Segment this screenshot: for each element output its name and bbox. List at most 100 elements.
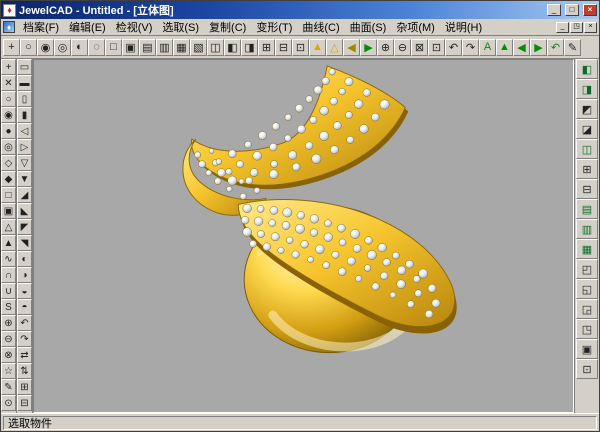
solid-triangle-tool[interactable]: ▲ — [1, 235, 16, 251]
menu-edit[interactable]: 编辑(E) — [64, 18, 111, 36]
zoom-window-tool[interactable]: ⊠ — [411, 39, 428, 56]
draw-tool[interactable]: ✎ — [1, 379, 16, 395]
delete-tool[interactable]: ✕ — [1, 75, 16, 91]
point-curve-tool[interactable]: ◉ — [1, 107, 16, 123]
pan-right-tool[interactable]: ▶ — [530, 39, 547, 56]
pan-left-tool[interactable]: ◀ — [513, 39, 530, 56]
child-close-button[interactable]: × — [584, 22, 597, 33]
circle-tool[interactable]: ○ — [20, 39, 37, 56]
filled-point-tool[interactable]: ● — [1, 123, 16, 139]
close-button[interactable]: × — [583, 4, 597, 16]
zoom-fit-tool[interactable]: ⊡ — [428, 39, 445, 56]
pencil-tool[interactable]: ✎ — [564, 39, 581, 56]
rotate-cw-tool[interactable]: ↷ — [462, 39, 479, 56]
concentric-curve-tool[interactable]: ◎ — [1, 139, 16, 155]
arc-up-tool[interactable]: ∩ — [1, 267, 16, 283]
zoom-out-tool[interactable]: ⊖ — [394, 39, 411, 56]
diag-box-tool[interactable]: ▧ — [190, 39, 207, 56]
bar-tool[interactable]: ▭ — [17, 59, 32, 75]
child-restore-button[interactable]: ◳ — [570, 22, 583, 33]
down-tri-tool[interactable]: ▽ — [17, 155, 32, 171]
select-cross-tool[interactable]: + — [3, 39, 20, 56]
hatch-box-tool[interactable]: ▤ — [139, 39, 156, 56]
minus-box-tool[interactable]: ⊟ — [275, 39, 292, 56]
viewport-tl-tool[interactable]: ◰ — [576, 259, 598, 279]
render-h-tool[interactable]: ▤ — [576, 199, 598, 219]
grid-plus-tool[interactable]: ⊞ — [17, 379, 32, 395]
corner-br-tool[interactable]: ◢ — [17, 187, 32, 203]
vhatch-box-tool[interactable]: ▥ — [156, 39, 173, 56]
display-corner-b-tool[interactable]: ◪ — [576, 119, 598, 139]
right-tri-tool[interactable]: ▷ — [17, 139, 32, 155]
vbar-tool[interactable]: ▯ — [17, 91, 32, 107]
remove-point-tool[interactable]: ⊖ — [1, 331, 16, 347]
solid-down-tri-tool[interactable]: ▼ — [17, 171, 32, 187]
triangle-curve-tool[interactable]: △ — [1, 219, 16, 235]
render-center-tool[interactable]: ⊡ — [576, 359, 598, 379]
menu-copy[interactable]: 复制(C) — [204, 18, 251, 36]
select-tool[interactable]: + — [1, 59, 16, 75]
orbit-tool[interactable]: ⊙ — [1, 395, 16, 411]
left-tri-tool[interactable]: ◁ — [17, 123, 32, 139]
child-window-icon[interactable]: ♦ — [3, 21, 15, 33]
minimize-button[interactable]: _ — [547, 4, 561, 16]
menu-curve[interactable]: 曲线(C) — [297, 18, 344, 36]
pan-up-tool[interactable]: ▲ — [496, 39, 513, 56]
render-solid-tool[interactable]: ▣ — [576, 339, 598, 359]
tri-right-tool[interactable]: ▶ — [360, 39, 377, 56]
render-v-tool[interactable]: ▥ — [576, 219, 598, 239]
display-right-tool[interactable]: ◨ — [576, 79, 598, 99]
rotate-right-tool[interactable]: ↷ — [17, 331, 32, 347]
split-box-tool[interactable]: ◫ — [207, 39, 224, 56]
child-minimize-button[interactable]: _ — [556, 22, 569, 33]
display-split-tool[interactable]: ◫ — [576, 139, 598, 159]
solid-bar-tool[interactable]: ▬ — [17, 75, 32, 91]
annotate-tool[interactable]: A — [479, 39, 496, 56]
menu-select[interactable]: 选取(S) — [157, 18, 204, 36]
viewport-bl-tool[interactable]: ◱ — [576, 279, 598, 299]
half-right-box-tool[interactable]: ◨ — [241, 39, 258, 56]
grid-minus-tool[interactable]: ⊟ — [17, 395, 32, 411]
menu-view[interactable]: 检视(V) — [111, 18, 158, 36]
menu-surface[interactable]: 曲面(S) — [345, 18, 392, 36]
menu-file[interactable]: 档案(F) — [18, 18, 64, 36]
rotate-ccw-tool[interactable]: ↶ — [445, 39, 462, 56]
viewport-canvas[interactable] — [33, 59, 574, 413]
circle-curve-tool[interactable]: ○ — [1, 91, 16, 107]
dashed-circle-tool[interactable]: ◌ — [88, 39, 105, 56]
point-circle-tool[interactable]: ◉ — [37, 39, 54, 56]
intersect-tool[interactable]: ⊗ — [1, 347, 16, 363]
concentric-tool[interactable]: ◎ — [54, 39, 71, 56]
add-point-tool[interactable]: ⊕ — [1, 315, 16, 331]
rotate-left-tool[interactable]: ↶ — [17, 315, 32, 331]
display-corner-a-tool[interactable]: ◩ — [576, 99, 598, 119]
solid-vbar-tool[interactable]: ▮ — [17, 107, 32, 123]
menu-misc[interactable]: 杂项(M) — [391, 18, 440, 36]
maximize-button[interactable]: □ — [565, 4, 579, 16]
viewport-br-tool[interactable]: ◲ — [576, 299, 598, 319]
solid-diamond-tool[interactable]: ◆ — [1, 171, 16, 187]
menu-help[interactable]: 说明(H) — [440, 18, 487, 36]
star-tool[interactable]: ☆ — [1, 363, 16, 379]
tri-outline-tool[interactable]: △ — [326, 39, 343, 56]
arc-down-tool[interactable]: ∪ — [1, 283, 16, 299]
free-curve-tool[interactable]: ∿ — [1, 251, 16, 267]
render-grid-tool[interactable]: ▦ — [576, 239, 598, 259]
half-left-tool[interactable]: ◐ — [17, 251, 32, 267]
display-quad-tool[interactable]: ⊞ — [576, 159, 598, 179]
half-shade-tool[interactable]: ◐ — [71, 39, 88, 56]
box-tool[interactable]: □ — [105, 39, 122, 56]
display-single-tool[interactable]: ⊟ — [576, 179, 598, 199]
half-top-tool[interactable]: ◓ — [17, 299, 32, 315]
swap-v-tool[interactable]: ⇅ — [17, 363, 32, 379]
half-bottom-tool[interactable]: ◒ — [17, 283, 32, 299]
undo-view-tool[interactable]: ↶ — [547, 39, 564, 56]
half-left-box-tool[interactable]: ◧ — [224, 39, 241, 56]
solid-rect-tool[interactable]: ▣ — [1, 203, 16, 219]
tri-solid-tool[interactable]: ▲ — [309, 39, 326, 56]
swap-h-tool[interactable]: ⇄ — [17, 347, 32, 363]
corner-tr-tool[interactable]: ◥ — [17, 235, 32, 251]
rect-curve-tool[interactable]: □ — [1, 187, 16, 203]
grid-box-tool[interactable]: ▦ — [173, 39, 190, 56]
display-left-tool[interactable]: ◧ — [576, 59, 598, 79]
